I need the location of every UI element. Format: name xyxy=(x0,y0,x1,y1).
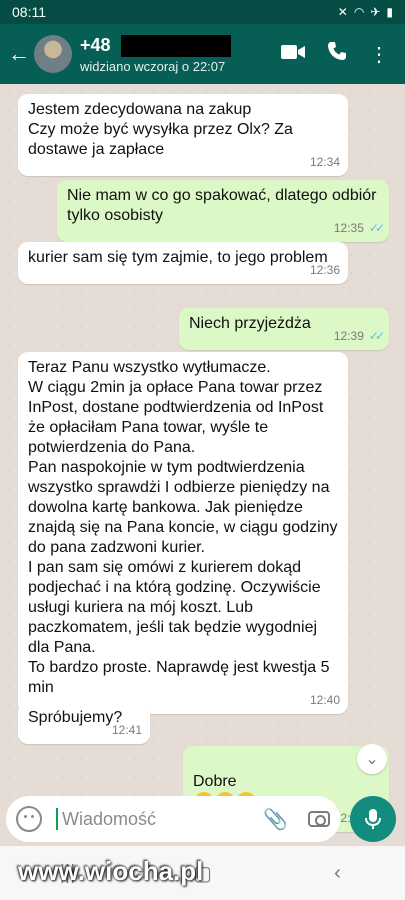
wifi-icon: ◠ xyxy=(353,5,365,19)
message-meta: 12:39 ✓✓ xyxy=(333,326,385,346)
message-outgoing[interactable]: Niech przyjeżdża 12:39 ✓✓ xyxy=(179,308,389,350)
message-time: 12:34 xyxy=(309,155,340,169)
battery-icon: ▮ xyxy=(386,5,393,19)
message-text: Teraz Panu wszystko wytłumacze. W ciągu … xyxy=(28,359,338,696)
message-time: 12:39 xyxy=(333,329,364,343)
message-text: kurier sam się tym zajmie, to jego probl… xyxy=(28,249,328,266)
text-caret xyxy=(56,808,58,830)
redaction-box xyxy=(120,34,231,57)
message-text-body: Dobre xyxy=(193,773,237,790)
read-receipt-icon: ✓✓ xyxy=(368,329,385,343)
message-time: 12:41 xyxy=(111,723,142,737)
read-receipt-icon: ✓✓ xyxy=(368,221,385,235)
watermark: www.wiocha.pl xyxy=(18,856,204,886)
message-meta: 12:34 xyxy=(310,152,340,172)
contact-number: +48 xyxy=(80,35,111,55)
message-time: 12:36 xyxy=(309,263,340,277)
message-meta: 12:35 ✓✓ xyxy=(333,218,385,238)
contact-name: +48 xyxy=(80,34,281,57)
message-meta: 12:40 xyxy=(310,690,340,710)
message-composer[interactable]: Wiadomość 📎 xyxy=(6,796,340,842)
scroll-down-button[interactable]: ⌄ xyxy=(357,744,387,774)
avatar[interactable] xyxy=(34,35,72,73)
chat-header: ← +48 widziano wczoraj o 22:07 ⋮ xyxy=(0,24,405,84)
phone-call-icon[interactable] xyxy=(327,41,347,67)
header-actions: ⋮ xyxy=(281,41,389,67)
message-incoming[interactable]: kurier sam się tym zajmie, to jego probl… xyxy=(18,242,348,284)
camera-icon[interactable] xyxy=(308,811,330,827)
video-call-icon[interactable] xyxy=(281,43,305,66)
message-text: Jestem zdecydowana na zakup Czy może być… xyxy=(28,101,293,158)
voice-message-button[interactable] xyxy=(350,796,396,842)
message-text: Nie mam w co go spakować, dlatego odbiór… xyxy=(67,187,377,224)
status-icons: ✕ ◠ ✈ ▮ xyxy=(338,5,393,19)
message-time: 12:40 xyxy=(309,693,340,707)
message-input[interactable]: Wiadomość xyxy=(62,809,263,830)
message-incoming[interactable]: Spróbujemy? 12:41 xyxy=(18,702,150,744)
status-bar: 08:11 ✕ ◠ ✈ ▮ xyxy=(0,0,405,24)
message-incoming[interactable]: Teraz Panu wszystko wytłumacze. W ciągu … xyxy=(18,352,348,714)
mute-icon: ✕ xyxy=(337,5,348,19)
message-time: 12:35 xyxy=(333,221,364,235)
clock: 08:11 xyxy=(12,4,46,20)
message-meta: 12:36 xyxy=(310,260,340,280)
airplane-icon: ✈ xyxy=(370,5,381,19)
message-meta: 12:41 xyxy=(112,720,142,740)
message-outgoing[interactable]: Nie mam w co go spakować, dlatego odbiór… xyxy=(57,180,389,242)
contact-info[interactable]: +48 widziano wczoraj o 22:07 xyxy=(80,34,281,74)
emoji-picker-icon[interactable] xyxy=(16,806,42,832)
message-incoming[interactable]: Jestem zdecydowana na zakup Czy może być… xyxy=(18,94,348,176)
back-arrow-icon[interactable]: ← xyxy=(4,41,34,67)
conversation-area[interactable]: Jestem zdecydowana na zakup Czy może być… xyxy=(0,84,405,832)
attach-icon[interactable]: 📎 xyxy=(263,807,288,832)
last-seen: widziano wczoraj o 22:07 xyxy=(80,58,226,74)
back-icon[interactable]: ‹ xyxy=(326,861,350,885)
more-options-icon[interactable]: ⋮ xyxy=(369,42,389,67)
microphone-icon xyxy=(365,809,381,829)
